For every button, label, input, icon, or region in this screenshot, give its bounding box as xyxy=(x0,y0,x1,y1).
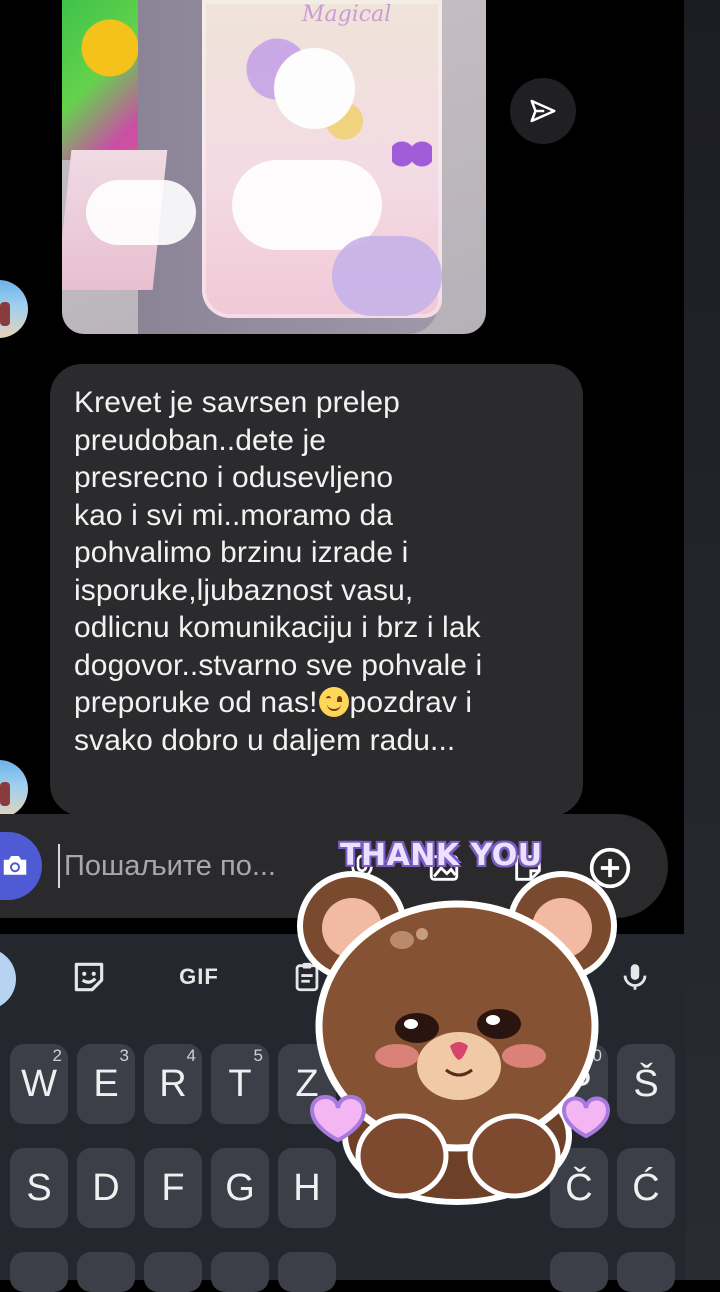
message-line: kao i svi mi..moramo da xyxy=(74,498,394,532)
message-line: preporuke od nas! pozdrav i xyxy=(74,684,561,722)
message-line: isporuke,ljubaznost vasu, xyxy=(74,573,414,607)
key-t[interactable]: T5 xyxy=(211,1044,269,1124)
key-row3[interactable] xyxy=(10,1252,68,1292)
key-label: Š xyxy=(633,1062,659,1105)
sender-avatar[interactable] xyxy=(0,280,28,338)
microphone-icon xyxy=(623,964,647,990)
key-label: D xyxy=(92,1166,120,1209)
photo-unicorn-print xyxy=(232,30,382,160)
message-bubble[interactable]: Krevet je savrsen prelep preudoban..dete… xyxy=(50,364,583,816)
message-line: odlicnu komunikaciju i brz i lak xyxy=(74,611,481,644)
key-alt: 5 xyxy=(253,1046,263,1065)
photo-cloud-print xyxy=(232,160,382,250)
keyboard-menu-button[interactable] xyxy=(0,948,16,1010)
key-label: R xyxy=(159,1062,187,1105)
message-input[interactable] xyxy=(58,844,326,888)
key-r[interactable]: R4 xyxy=(144,1044,202,1124)
paper-plane-icon xyxy=(530,99,556,123)
key-f[interactable]: F xyxy=(144,1148,202,1228)
key-label: G xyxy=(225,1166,255,1209)
smiling-face-emoji-icon xyxy=(318,687,349,717)
key-label: E xyxy=(93,1062,119,1105)
message-text: pozdrav i xyxy=(349,686,473,719)
sender-avatar[interactable] xyxy=(0,760,28,818)
key-label: Ć xyxy=(632,1166,660,1209)
key-label: W xyxy=(21,1062,57,1105)
key-e[interactable]: E3 xyxy=(77,1044,135,1124)
share-button[interactable] xyxy=(510,78,576,144)
message-line: presrecno i odusevljeno xyxy=(74,461,394,494)
key-label: F xyxy=(161,1166,185,1209)
key-alt: 3 xyxy=(119,1046,129,1065)
key-row3[interactable] xyxy=(144,1252,202,1292)
key-row3[interactable] xyxy=(77,1252,135,1292)
message-text: preporuke od nas! xyxy=(74,686,318,719)
emoji-sticker-button[interactable] xyxy=(66,954,112,1000)
message-line: pohvalimo brzinu izrade i xyxy=(74,536,409,569)
key-w[interactable]: W2 xyxy=(10,1044,68,1124)
gif-label: GIF xyxy=(179,964,219,989)
key-s[interactable]: S xyxy=(10,1148,68,1228)
shared-photo[interactable]: Magical xyxy=(62,0,486,334)
key-d[interactable]: D xyxy=(77,1148,135,1228)
teddy-bear-sticker xyxy=(297,871,617,1205)
camera-icon xyxy=(3,856,27,875)
photo-cloud-print xyxy=(86,180,196,245)
photo-cloud-print xyxy=(332,236,442,316)
emoji-sticker-icon xyxy=(74,962,104,992)
key-row3[interactable] xyxy=(617,1252,675,1292)
message-line: svako dobro u daljem radu... xyxy=(74,723,456,757)
screen-edge xyxy=(684,0,720,1280)
camera-button[interactable] xyxy=(0,832,42,900)
key-c-acute[interactable]: Ć xyxy=(617,1148,675,1228)
key-s-caron[interactable]: Š xyxy=(617,1044,675,1124)
key-label: T xyxy=(228,1062,252,1105)
photo-bow-print xyxy=(392,140,432,168)
key-alt: 4 xyxy=(186,1046,196,1065)
key-g[interactable]: G xyxy=(211,1148,269,1228)
photo-print-lettering: Magical xyxy=(302,2,392,27)
message-line: dogovor..stvarno sve pohvale i xyxy=(74,648,483,682)
gif-button[interactable]: GIF xyxy=(166,954,232,1000)
key-row3[interactable] xyxy=(211,1252,269,1292)
key-alt: 2 xyxy=(52,1046,62,1065)
message-line: Krevet je savrsen prelep xyxy=(74,386,400,419)
key-row3[interactable] xyxy=(550,1252,608,1292)
message-line: preudoban..dete je xyxy=(74,423,327,457)
key-row3[interactable] xyxy=(278,1252,336,1292)
key-label: S xyxy=(26,1166,52,1209)
